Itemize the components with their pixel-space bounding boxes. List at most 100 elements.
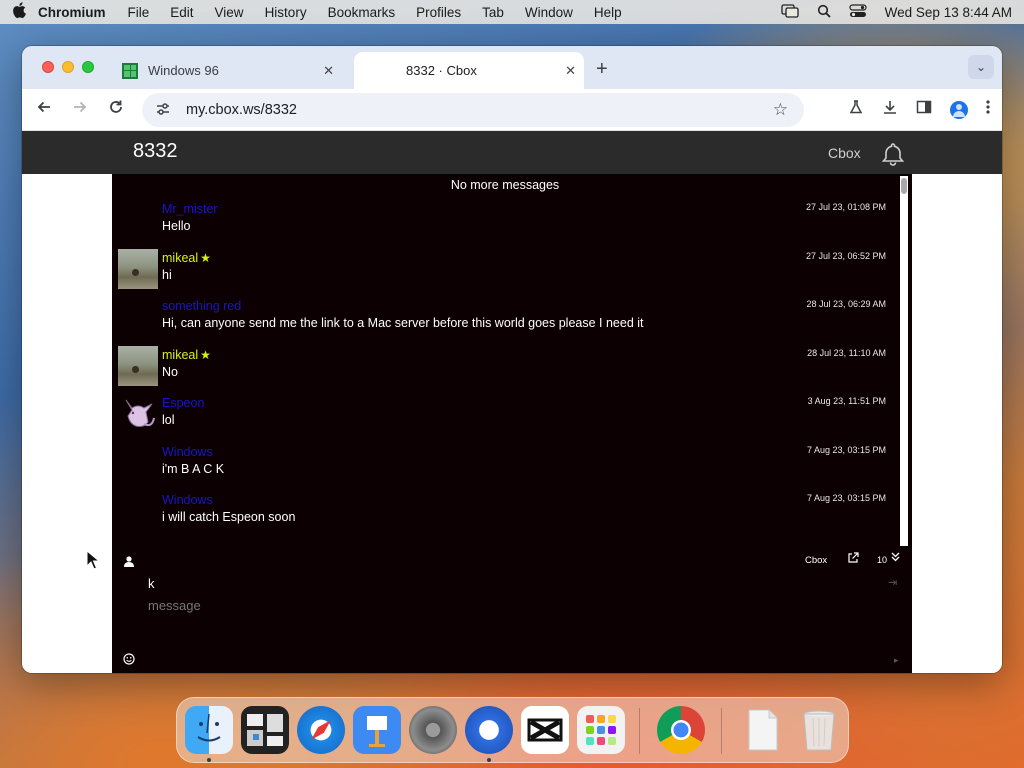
macos-dock: [176, 697, 849, 763]
message-count[interactable]: 10: [877, 555, 887, 565]
back-button[interactable]: [36, 99, 52, 120]
menu-bookmarks[interactable]: Bookmarks: [328, 5, 396, 20]
message-timestamp: 28 Jul 23, 11:10 AM: [807, 347, 886, 358]
message-username[interactable]: mikeal ★: [162, 251, 211, 265]
message-item: Mr_mister 27 Jul 23, 01:08 PM Hello: [112, 196, 898, 245]
close-tab-icon[interactable]: ✕: [323, 63, 334, 79]
address-bar[interactable]: my.cbox.ws/8332 ☆: [142, 93, 804, 127]
browser-window: Windows 96 ✕ 8332 · Cbox ✕ + ⌄ my.cbox.w…: [22, 46, 1002, 673]
mouse-pointer: [86, 549, 101, 570]
message-timestamp: 27 Jul 23, 01:08 PM: [805, 202, 886, 212]
system-settings-icon[interactable]: [409, 706, 457, 754]
finder-running-indicator: [207, 758, 211, 762]
menubar-clock[interactable]: Wed Sep 13 8:44 AM: [885, 5, 1012, 20]
side-panel-icon[interactable]: [916, 99, 932, 120]
finder-icon[interactable]: [185, 706, 233, 754]
cbox-brand-link[interactable]: Cbox: [828, 145, 861, 161]
mission-control-icon[interactable]: [241, 706, 289, 754]
username-text: mikeal: [162, 347, 199, 362]
menu-history[interactable]: History: [265, 5, 307, 20]
menu-view[interactable]: View: [215, 5, 244, 20]
emoji-icon[interactable]: [123, 653, 135, 668]
page-title: 8332: [133, 140, 178, 162]
site-info-icon[interactable]: [156, 102, 172, 118]
zoom-window-button[interactable]: [82, 61, 94, 73]
close-window-button[interactable]: [42, 61, 54, 73]
tab-cbox[interactable]: 8332 · Cbox ✕: [354, 52, 584, 89]
message-timestamp: 28 Jul 23, 06:29 AM: [806, 299, 886, 309]
capcut-icon[interactable]: [521, 706, 569, 754]
user-icon[interactable]: [124, 554, 134, 567]
tab-search-button[interactable]: ⌄: [968, 55, 994, 79]
cbox-favicon: [384, 63, 400, 79]
message-text: Hello: [162, 219, 191, 233]
chromium-icon[interactable]: [465, 706, 513, 754]
cbox-footer-link[interactable]: Cbox: [805, 555, 827, 566]
no-more-messages-label[interactable]: No more messages: [112, 174, 898, 196]
tab-title: 8332 · Cbox: [406, 63, 477, 78]
profile-avatar-icon[interactable]: [950, 100, 968, 119]
user-avatar[interactable]: [118, 248, 158, 289]
user-avatar[interactable]: [118, 394, 158, 434]
user-avatar[interactable]: [118, 345, 158, 386]
send-arrow-icon[interactable]: ▸: [894, 655, 899, 666]
toolbar-actions: [848, 99, 990, 120]
message-text: hi: [162, 267, 172, 282]
chromium-running-indicator: [487, 758, 491, 762]
composer-toolbar: Cbox 10: [112, 547, 912, 573]
name-input[interactable]: k: [148, 576, 155, 591]
labs-flask-icon[interactable]: [848, 99, 864, 120]
download-icon[interactable]: [882, 99, 898, 120]
launchpad-icon[interactable]: [577, 706, 625, 754]
close-tab-icon[interactable]: ✕: [565, 63, 576, 79]
keynote-icon[interactable]: [353, 706, 401, 754]
message-scrollbar[interactable]: [900, 176, 908, 546]
message-username[interactable]: Mr_mister: [162, 202, 218, 216]
message-input[interactable]: message: [148, 598, 201, 613]
message-item: Windows 7 Aug 23, 03:15 PM i will catch …: [112, 487, 898, 536]
chrome-icon[interactable]: [657, 706, 705, 754]
message-text: No: [162, 364, 178, 379]
message-username[interactable]: Windows: [162, 493, 213, 507]
scrollbar-thumb[interactable]: [901, 178, 907, 194]
bookmark-star-icon[interactable]: ☆: [773, 100, 788, 120]
login-arrow-icon[interactable]: ⇥: [888, 576, 897, 589]
spotlight-search-icon[interactable]: [817, 4, 831, 21]
message-text: i will catch Espeon soon: [162, 510, 296, 524]
safari-icon[interactable]: [297, 706, 345, 754]
menu-tab[interactable]: Tab: [482, 5, 504, 20]
message-item: Windows 7 Aug 23, 03:15 PM i'm B A C K: [112, 439, 898, 488]
message-timestamp: 27 Jul 23, 06:52 PM: [805, 250, 886, 261]
chevron-double-down-icon[interactable]: [891, 552, 900, 565]
bell-icon[interactable]: [880, 141, 905, 166]
menu-profiles[interactable]: Profiles: [416, 5, 461, 20]
kebab-menu-icon[interactable]: [986, 99, 990, 120]
screen-mirroring-icon[interactable]: [781, 3, 799, 21]
message-username[interactable]: something red: [162, 299, 241, 313]
message-username[interactable]: Espeon: [162, 396, 204, 410]
dock-separator: [721, 708, 722, 754]
trash-icon[interactable]: [795, 706, 843, 754]
new-tab-button[interactable]: +: [596, 58, 608, 81]
minimize-window-button[interactable]: [62, 61, 74, 73]
menu-window[interactable]: Window: [525, 5, 573, 20]
tab-windows-96[interactable]: Windows 96 ✕: [114, 52, 342, 89]
apple-icon[interactable]: [12, 1, 38, 23]
menu-help[interactable]: Help: [594, 5, 622, 20]
site-header: 8332 Cbox: [22, 131, 1002, 174]
url-text[interactable]: my.cbox.ws/8332: [186, 102, 297, 118]
menu-edit[interactable]: Edit: [170, 5, 193, 20]
forward-button[interactable]: [72, 99, 88, 120]
control-center-icon[interactable]: [849, 3, 867, 21]
reload-button[interactable]: [108, 99, 124, 120]
message-username[interactable]: mikeal ★: [162, 348, 211, 362]
menu-file[interactable]: File: [128, 5, 150, 20]
message-username[interactable]: Windows: [162, 445, 213, 459]
chat-box: No more messages Mr_mister 27 Jul 23, 01…: [112, 174, 912, 673]
message-list[interactable]: No more messages Mr_mister 27 Jul 23, 01…: [112, 174, 898, 547]
message-item: mikeal ★ 28 Jul 23, 11:10 AM No: [112, 342, 898, 391]
menubar-app-name[interactable]: Chromium: [38, 5, 106, 20]
popout-icon[interactable]: [847, 552, 859, 567]
document-icon[interactable]: [739, 706, 787, 754]
web-page: 8332 Cbox No more messages Mr_mister 27 …: [22, 131, 1002, 673]
